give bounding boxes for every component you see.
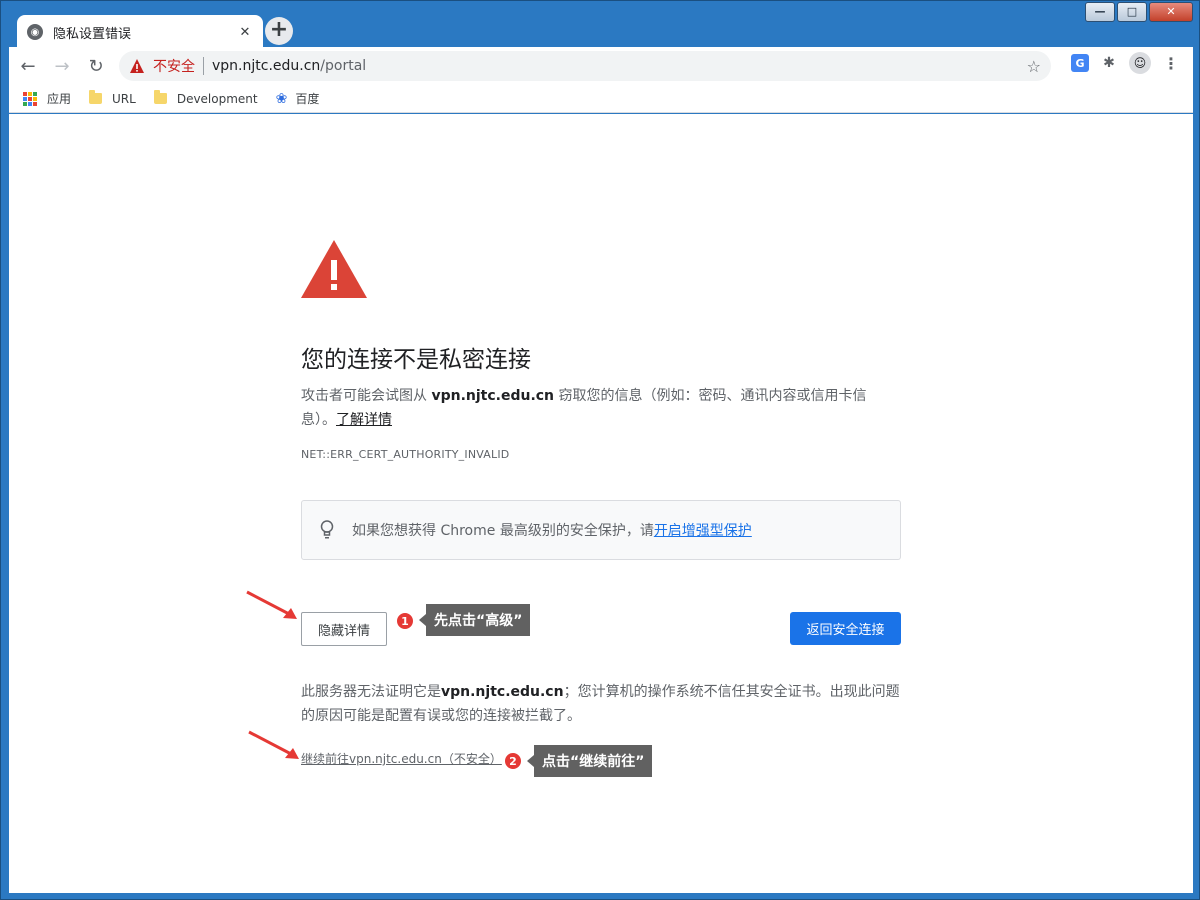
enhanced-protection-link[interactable]: 开启增强型保护 xyxy=(654,523,752,539)
avatar[interactable]: ☺ xyxy=(1129,52,1151,74)
error-description: 攻击者可能会试图从 vpn.njtc.edu.cn 窃取您的信息（例如：密码、通… xyxy=(301,384,891,432)
learn-more-link[interactable]: 了解详情 xyxy=(336,412,392,428)
translate-icon[interactable]: G xyxy=(1071,54,1089,72)
close-icon[interactable]: ✕ xyxy=(237,24,253,40)
puzzle-icon[interactable]: ✱ xyxy=(1097,51,1121,75)
enhanced-protection-box: 如果您想获得 Chrome 最高级别的安全保护，请开启增强型保护 xyxy=(301,500,901,560)
tab-privacy-error[interactable]: ◉ 隐私设置错误 ✕ xyxy=(17,15,263,49)
error-code: NET::ERR_CERT_AUTHORITY_INVALID xyxy=(301,448,510,461)
back-to-safety-button[interactable]: 返回安全连接 xyxy=(790,612,901,645)
warning-triangle-icon xyxy=(301,240,367,298)
bookmark-label: 应用 xyxy=(47,92,72,106)
kebab-menu-icon[interactable]: ⋮ xyxy=(1159,51,1183,75)
page-title: 您的连接不是私密连接 xyxy=(301,347,531,373)
proceed-unsafe-link[interactable]: 继续前往vpn.njtc.edu.cn（不安全） xyxy=(301,750,502,767)
warning-triangle-icon xyxy=(130,59,144,73)
url-path: /portal xyxy=(320,58,367,74)
folder-icon xyxy=(153,90,167,104)
enhanced-protection-text: 如果您想获得 Chrome 最高级别的安全保护，请开启增强型保护 xyxy=(352,520,752,540)
desc-prefix: 攻击者可能会试图从 xyxy=(301,388,432,404)
bookmark-baidu[interactable]: ❀ 百度 xyxy=(276,90,320,107)
extension-icons: G ✱ ☺ ⋮ xyxy=(1071,51,1183,75)
annotation-badge-1: 1 xyxy=(396,612,414,630)
bookmark-label: Development xyxy=(176,91,258,106)
hide-details-button[interactable]: 隐藏详情 xyxy=(301,612,387,646)
bookmark-label: URL xyxy=(112,91,136,106)
not-secure-label[interactable]: 不安全 xyxy=(153,56,195,76)
annotation-arrow-2 xyxy=(248,730,299,759)
toolbar: ← → ↻ 不安全 vpn.njtc.edu.cn /portal ☆ G ✱ … xyxy=(9,47,1193,85)
details-explanation: 此服务器无法证明它是vpn.njtc.edu.cn；您计算机的操作系统不信任其安… xyxy=(301,680,901,728)
back-button[interactable]: ← xyxy=(13,51,43,81)
bookmark-label: 百度 xyxy=(295,92,320,106)
enhanced-text: 如果您想获得 Chrome 最高级别的安全保护，请 xyxy=(352,523,654,539)
baidu-paw-icon: ❀ xyxy=(275,90,288,107)
reload-button[interactable]: ↻ xyxy=(81,51,111,81)
forward-button[interactable]: → xyxy=(47,51,77,81)
bookmark-apps[interactable]: 应用 xyxy=(23,90,71,107)
lightbulb-icon xyxy=(320,520,334,539)
annotation-callout-1: 先点击“高级” xyxy=(418,604,531,636)
tab-strip: ◉ 隐私设置错误 ✕ + xyxy=(9,9,1193,49)
address-bar[interactable]: 不安全 vpn.njtc.edu.cn /portal ☆ xyxy=(119,51,1051,81)
folder-icon xyxy=(89,90,103,104)
annotation-badge-2: 2 xyxy=(504,752,522,770)
url-host: vpn.njtc.edu.cn xyxy=(212,58,321,74)
tab-title: 隐私设置错误 xyxy=(53,26,132,42)
page-content: 您的连接不是私密连接 攻击者可能会试图从 vpn.njtc.edu.cn 窃取您… xyxy=(9,114,1193,893)
omnibox-divider xyxy=(203,57,204,75)
bookmarks-bar: 应用 URL Development ❀ 百度 xyxy=(9,85,1193,113)
browser-window: — □ ✕ ◉ 隐私设置错误 ✕ + ← → ↻ 不安全 vpn.njtc.ed… xyxy=(0,0,1200,900)
bookmark-url[interactable]: URL xyxy=(89,90,136,106)
bookmark-development[interactable]: Development xyxy=(153,90,258,106)
desc-host: vpn.njtc.edu.cn xyxy=(431,388,555,404)
annotation-arrow-1 xyxy=(246,590,297,619)
explain-prefix: 此服务器无法证明它是 xyxy=(301,684,441,700)
apps-grid-icon xyxy=(23,91,37,106)
explain-host: vpn.njtc.edu.cn xyxy=(441,684,564,700)
star-icon[interactable]: ☆ xyxy=(1027,57,1041,76)
globe-icon: ◉ xyxy=(27,24,43,40)
new-tab-button[interactable]: + xyxy=(265,17,293,45)
annotation-callout-2: 点击“继续前往” xyxy=(526,745,653,777)
